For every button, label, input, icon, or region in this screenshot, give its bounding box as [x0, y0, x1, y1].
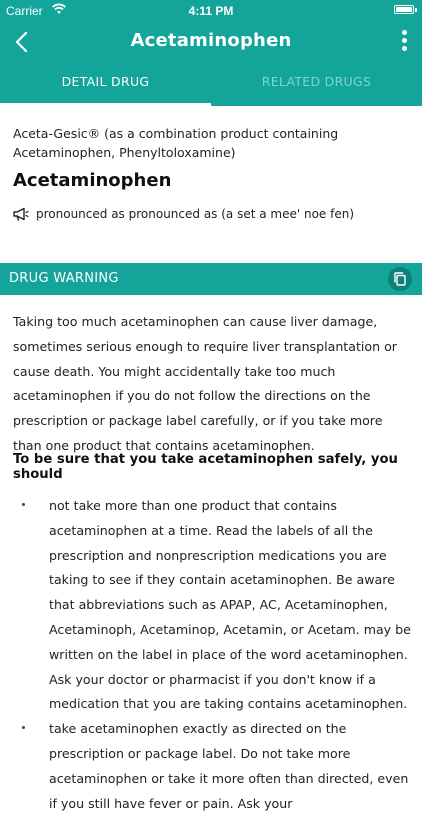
list-item: not take more than one product that cont… — [0, 494, 422, 717]
bullet-dot — [22, 726, 25, 730]
bullet-dot — [22, 503, 25, 506]
bullet-text: take acetaminophen exactly as directed o… — [49, 721, 409, 811]
page-title: Acetaminophen — [130, 30, 292, 51]
copy-button[interactable] — [388, 267, 412, 291]
drug-warning-title: DRUG WARNING — [9, 271, 119, 286]
safety-bullet-list: not take more than one product that cont… — [0, 494, 422, 816]
status-bar: Carrier 4:11 PM — [0, 0, 422, 22]
brand-names: Aceta-Gesic® (as a combination product c… — [13, 126, 339, 160]
status-time: 4:11 PM — [188, 4, 234, 18]
pronunciation-text: pronounced as pronounced as (a set a mee… — [36, 207, 355, 221]
warning-paragraph: Taking too much acetaminophen can cause … — [13, 314, 397, 453]
safety-subheading: To be sure that you take acetaminophen s… — [13, 452, 398, 482]
tab-bar: DETAIL DRUG RELATED DRUGS — [0, 62, 422, 106]
megaphone-icon[interactable] — [13, 207, 29, 221]
battery-icon — [394, 5, 417, 14]
copy-icon — [394, 272, 406, 286]
drug-warning-header: DRUG WARNING — [0, 263, 422, 295]
list-item: take acetaminophen exactly as directed o… — [0, 717, 422, 816]
active-tab-indicator — [0, 103, 211, 106]
pronunciation-row[interactable]: pronounced as pronounced as (a set a mee… — [13, 206, 413, 224]
drug-name-heading: Acetaminophen — [13, 170, 172, 191]
tab-detail-drug[interactable]: DETAIL DRUG — [0, 62, 211, 106]
navigation-bar: Acetaminophen — [0, 22, 422, 62]
bullet-text: not take more than one product that cont… — [49, 498, 411, 712]
app-header: Carrier 4:11 PM Acetaminophen DETAIL DRU… — [0, 0, 422, 106]
tab-related-drugs[interactable]: RELATED DRUGS — [211, 62, 422, 106]
more-vertical-icon[interactable] — [396, 28, 412, 56]
